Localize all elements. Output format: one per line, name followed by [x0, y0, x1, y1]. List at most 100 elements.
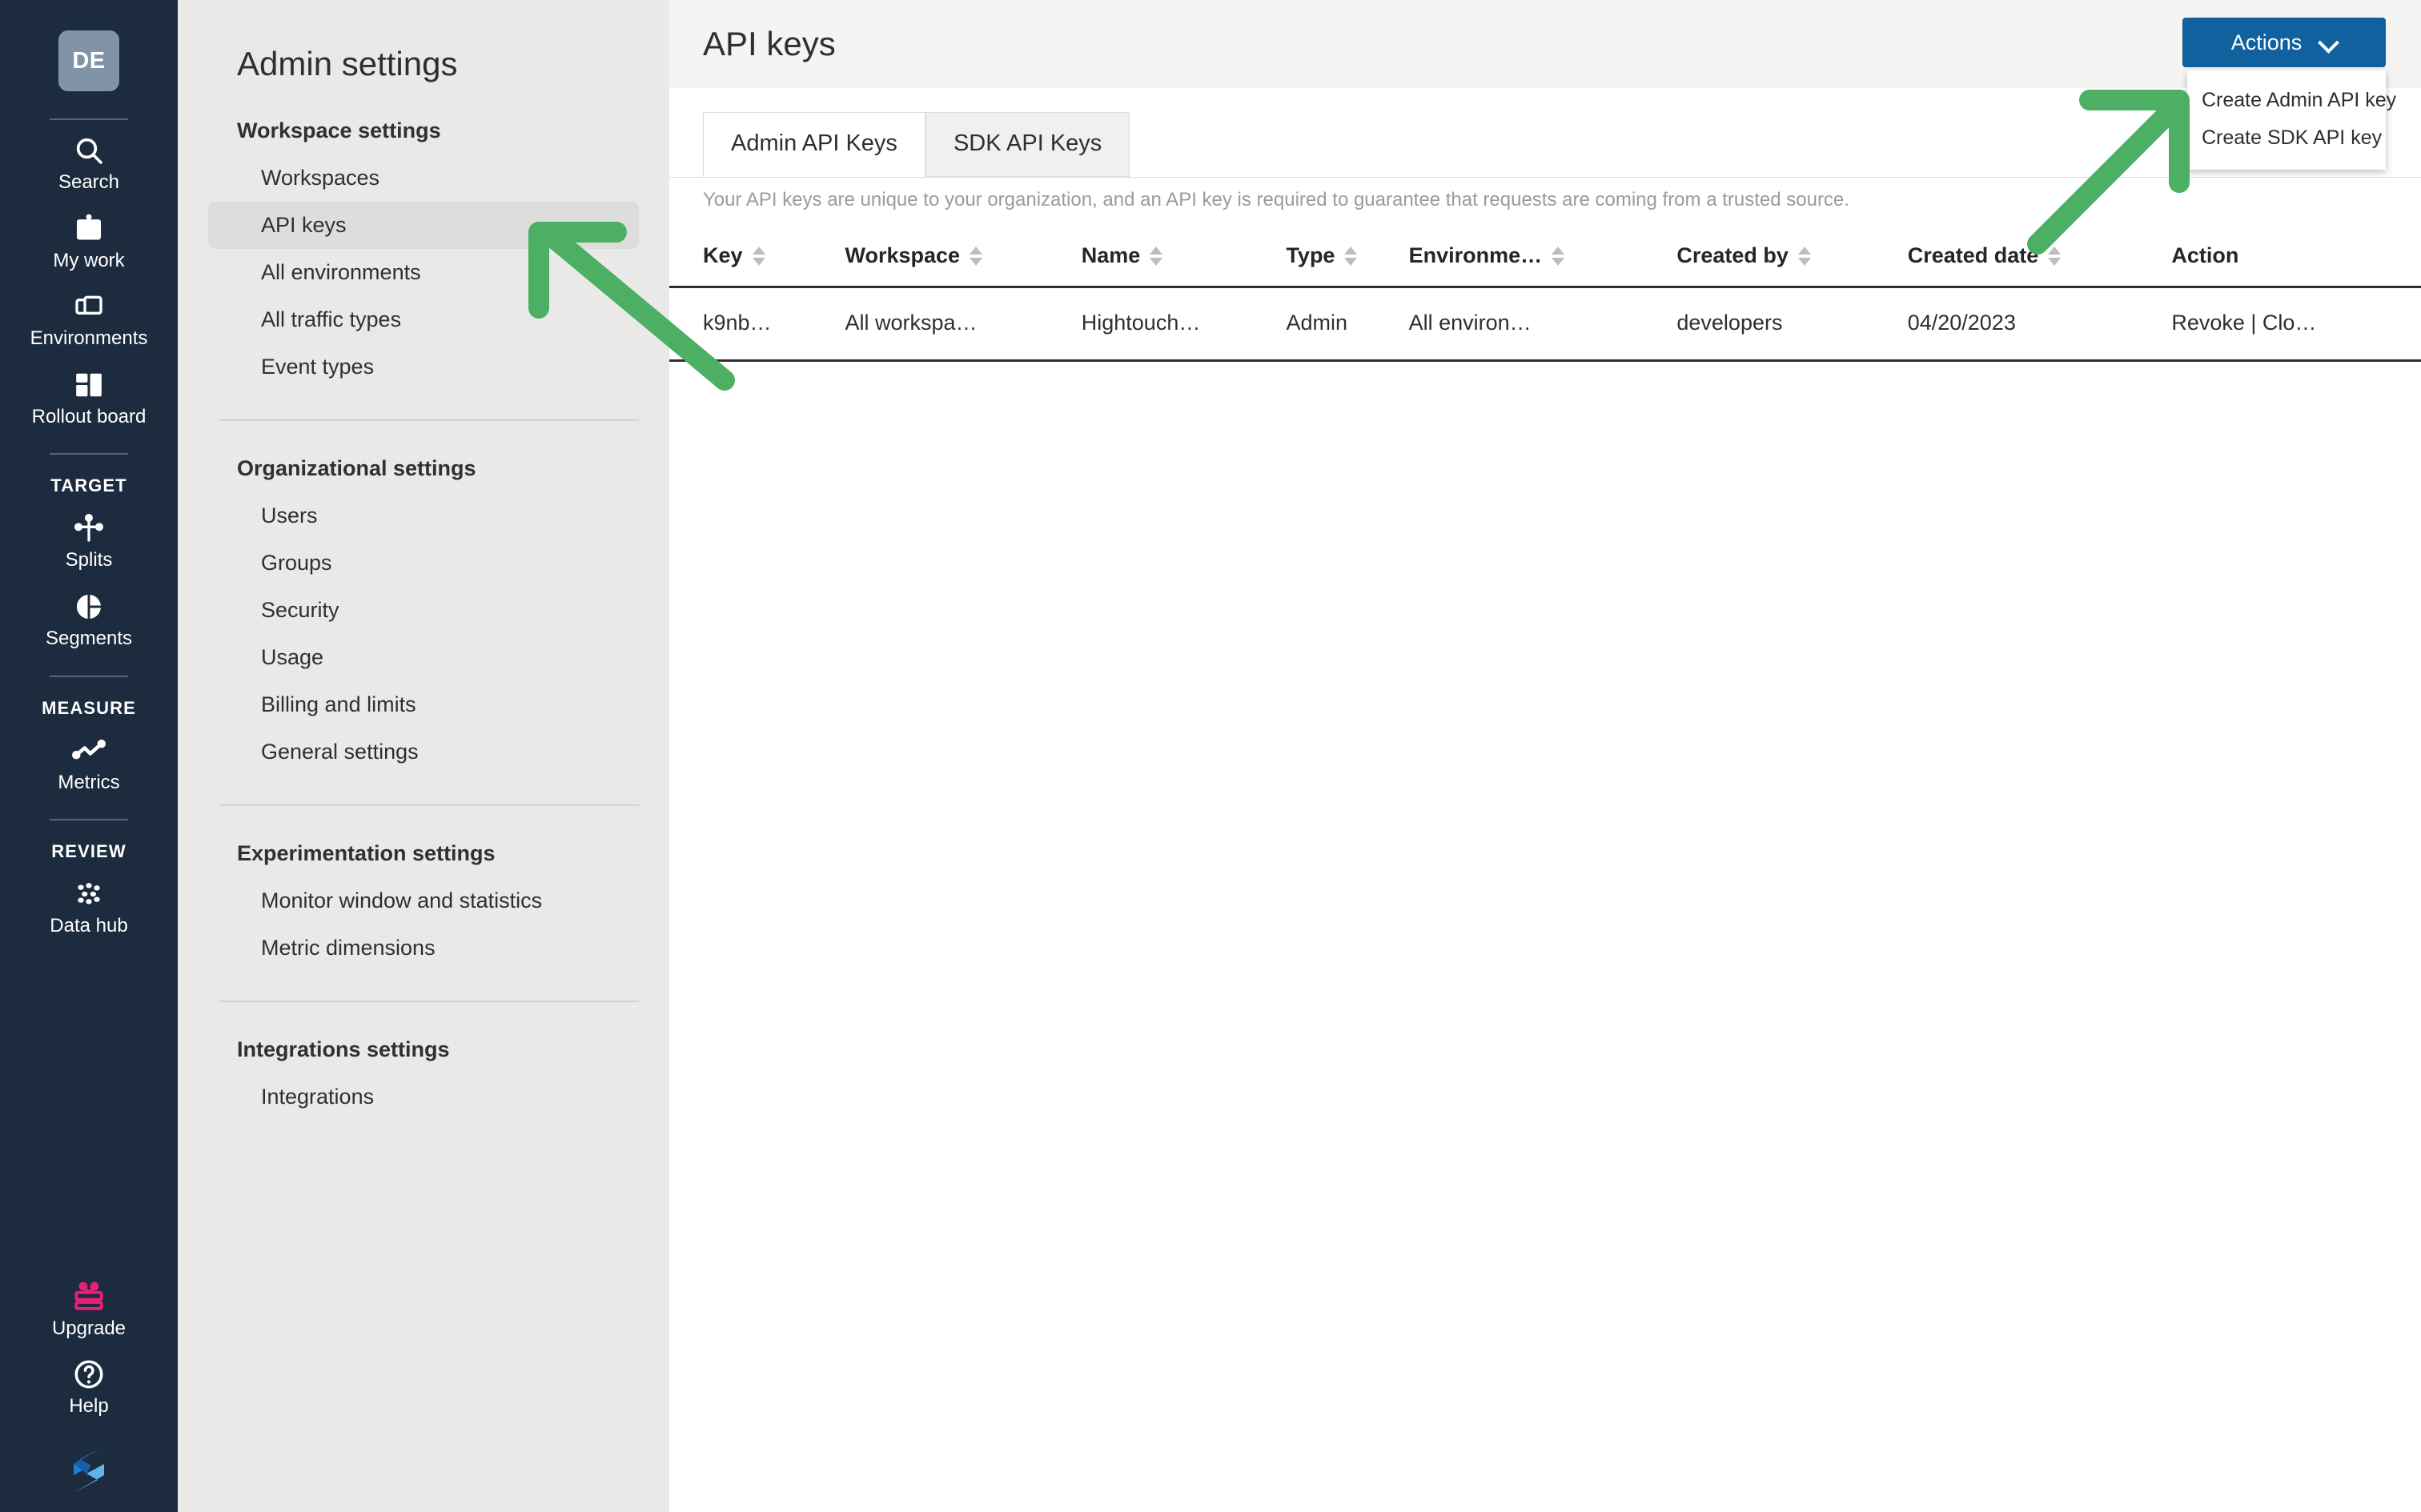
sidebar-item-integrations[interactable]: Integrations	[208, 1073, 639, 1121]
sidebar-item-billing-and-limits[interactable]: Billing and limits	[208, 681, 639, 728]
settings-group-items: Monitor window and statistics Metric dim…	[208, 877, 639, 972]
nav-label-search: Search	[58, 171, 120, 193]
nav-label-metrics: Metrics	[58, 771, 120, 793]
nav-divider-target	[50, 453, 128, 455]
rollout-board-icon	[74, 367, 104, 403]
sidebar-item-event-types[interactable]: Event types	[208, 343, 639, 391]
column-header-action: Action	[2171, 243, 2421, 288]
cell-action[interactable]: Revoke | Clo…	[2171, 287, 2421, 362]
nav-section-review: REVIEW	[51, 841, 126, 862]
column-label: Key	[703, 243, 743, 267]
actions-button[interactable]: Actions	[2182, 18, 2386, 67]
menu-item-create-sdk-api-key[interactable]: Create SDK API key	[2187, 119, 2386, 157]
sidebar-item-workspaces[interactable]: Workspaces	[208, 154, 639, 202]
settings-group-title: Organizational settings	[237, 456, 476, 480]
table-row[interactable]: k9nb… All workspa… Hightouch… Admin All …	[669, 287, 2421, 362]
settings-group-organizational: Organizational settings Users Groups Sec…	[208, 456, 639, 806]
settings-group-title: Workspace settings	[237, 118, 441, 142]
sort-icon[interactable]	[1150, 246, 1163, 266]
cell-environment: All environ…	[1408, 287, 1677, 362]
nav-item-segments[interactable]: Segments	[0, 576, 178, 655]
column-header-name[interactable]: Name	[1081, 243, 1287, 288]
split-logo	[0, 1422, 178, 1496]
column-header-environment[interactable]: Environme…	[1408, 243, 1677, 288]
column-header-workspace[interactable]: Workspace	[845, 243, 1082, 288]
sort-icon[interactable]	[1344, 246, 1358, 266]
sidebar-item-api-keys[interactable]: API keys	[208, 202, 639, 249]
nav-item-environments[interactable]: Environments	[0, 276, 178, 355]
sidebar-item-users[interactable]: Users	[208, 492, 639, 539]
admin-settings-title: Admin settings	[237, 45, 458, 82]
admin-settings-panel: Admin settings Workspace settings Worksp…	[178, 0, 669, 1512]
nav-item-rollout-board[interactable]: Rollout board	[0, 355, 178, 433]
help-circle-icon	[72, 1357, 106, 1392]
api-keys-description: Your API keys are unique to your organiz…	[703, 189, 1849, 211]
settings-group-title: Experimentation settings	[237, 841, 496, 865]
app-root: DE Search My work Environments Rollout b…	[0, 0, 2421, 1512]
sidebar-item-monitor-window-and-statistics[interactable]: Monitor window and statistics	[208, 877, 639, 924]
actions-dropdown-menu[interactable]: Create Admin API key Create SDK API key	[2187, 70, 2396, 170]
chevron-down-icon	[2319, 34, 2337, 51]
column-header-created-by[interactable]: Created by	[1676, 243, 1908, 288]
main-content: API keys Actions Create Admin API key Cr…	[669, 0, 2421, 1512]
cell-created-date: 04/20/2023	[1907, 287, 2172, 362]
tab-underline	[669, 177, 2421, 178]
tab-admin-api-keys[interactable]: Admin API Keys	[703, 112, 925, 177]
metrics-icon	[72, 733, 106, 768]
environments-icon	[73, 289, 105, 324]
nav-divider-review	[50, 819, 128, 821]
table-header-row: Key Workspace Name Type Environme… Creat…	[669, 243, 2421, 288]
column-header-created-date[interactable]: Created date	[1907, 243, 2172, 288]
sort-icon[interactable]	[1797, 246, 1811, 266]
column-header-key[interactable]: Key	[669, 243, 845, 288]
nav-item-upgrade[interactable]: Upgrade	[0, 1266, 178, 1345]
sidebar-item-all-environments[interactable]: All environments	[208, 249, 639, 296]
settings-group-items: Workspaces API keys All environments All…	[208, 154, 639, 391]
api-keys-table: Key Workspace Name Type Environme… Creat…	[669, 243, 2421, 362]
sidebar-item-metric-dimensions[interactable]: Metric dimensions	[208, 924, 639, 972]
column-label: Created by	[1676, 243, 1789, 267]
menu-item-create-admin-api-key[interactable]: Create Admin API key	[2187, 82, 2396, 119]
tab-sdk-api-keys[interactable]: SDK API Keys	[925, 112, 1130, 177]
nav-label-upgrade: Upgrade	[51, 1317, 126, 1339]
sidebar-item-all-traffic-types[interactable]: All traffic types	[208, 296, 639, 343]
nav-label-segments: Segments	[45, 627, 133, 649]
nav-section-measure: MEASURE	[42, 697, 136, 718]
sort-icon[interactable]	[1552, 246, 1565, 266]
settings-separator	[219, 804, 639, 806]
nav-item-metrics[interactable]: Metrics	[0, 720, 178, 799]
sidebar-item-security[interactable]: Security	[208, 587, 639, 634]
page-title: API keys	[703, 25, 836, 62]
avatar-initials: DE	[72, 47, 106, 74]
cell-workspace: All workspa…	[845, 287, 1082, 362]
column-label: Environme…	[1408, 243, 1543, 267]
column-label: Workspace	[845, 243, 961, 267]
cell-name: Hightouch…	[1081, 287, 1287, 362]
nav-item-splits[interactable]: Splits	[0, 498, 178, 576]
nav-label-data-hub: Data hub	[50, 915, 128, 937]
nav-label-rollout-board: Rollout board	[31, 405, 147, 427]
sort-icon[interactable]	[970, 246, 983, 266]
column-label: Type	[1286, 243, 1335, 267]
sidebar-item-groups[interactable]: Groups	[208, 539, 639, 587]
nav-item-my-work[interactable]: My work	[0, 199, 178, 277]
left-nav-rail: DE Search My work Environments Rollout b…	[0, 0, 178, 1512]
nav-item-help[interactable]: Help	[0, 1344, 178, 1422]
avatar[interactable]: DE	[58, 30, 119, 91]
settings-group-experimentation: Experimentation settings Monitor window …	[208, 841, 639, 1002]
column-header-type[interactable]: Type	[1286, 243, 1409, 288]
cell-type: Admin	[1286, 287, 1409, 362]
nav-item-data-hub[interactable]: Data hub	[0, 864, 178, 942]
sort-icon[interactable]	[752, 246, 765, 266]
sidebar-item-general-settings[interactable]: General settings	[208, 728, 639, 776]
cell-created-by: developers	[1676, 287, 1908, 362]
sort-icon[interactable]	[2048, 246, 2062, 266]
column-label: Created date	[1907, 243, 2039, 267]
data-hub-icon	[73, 876, 105, 912]
nav-item-search[interactable]: Search	[0, 120, 178, 199]
nav-divider-measure	[50, 675, 128, 677]
settings-separator	[219, 419, 639, 421]
column-label: Action	[2171, 243, 2239, 267]
nav-bottom-group: Upgrade Help	[0, 1266, 178, 1496]
sidebar-item-usage[interactable]: Usage	[208, 634, 639, 681]
